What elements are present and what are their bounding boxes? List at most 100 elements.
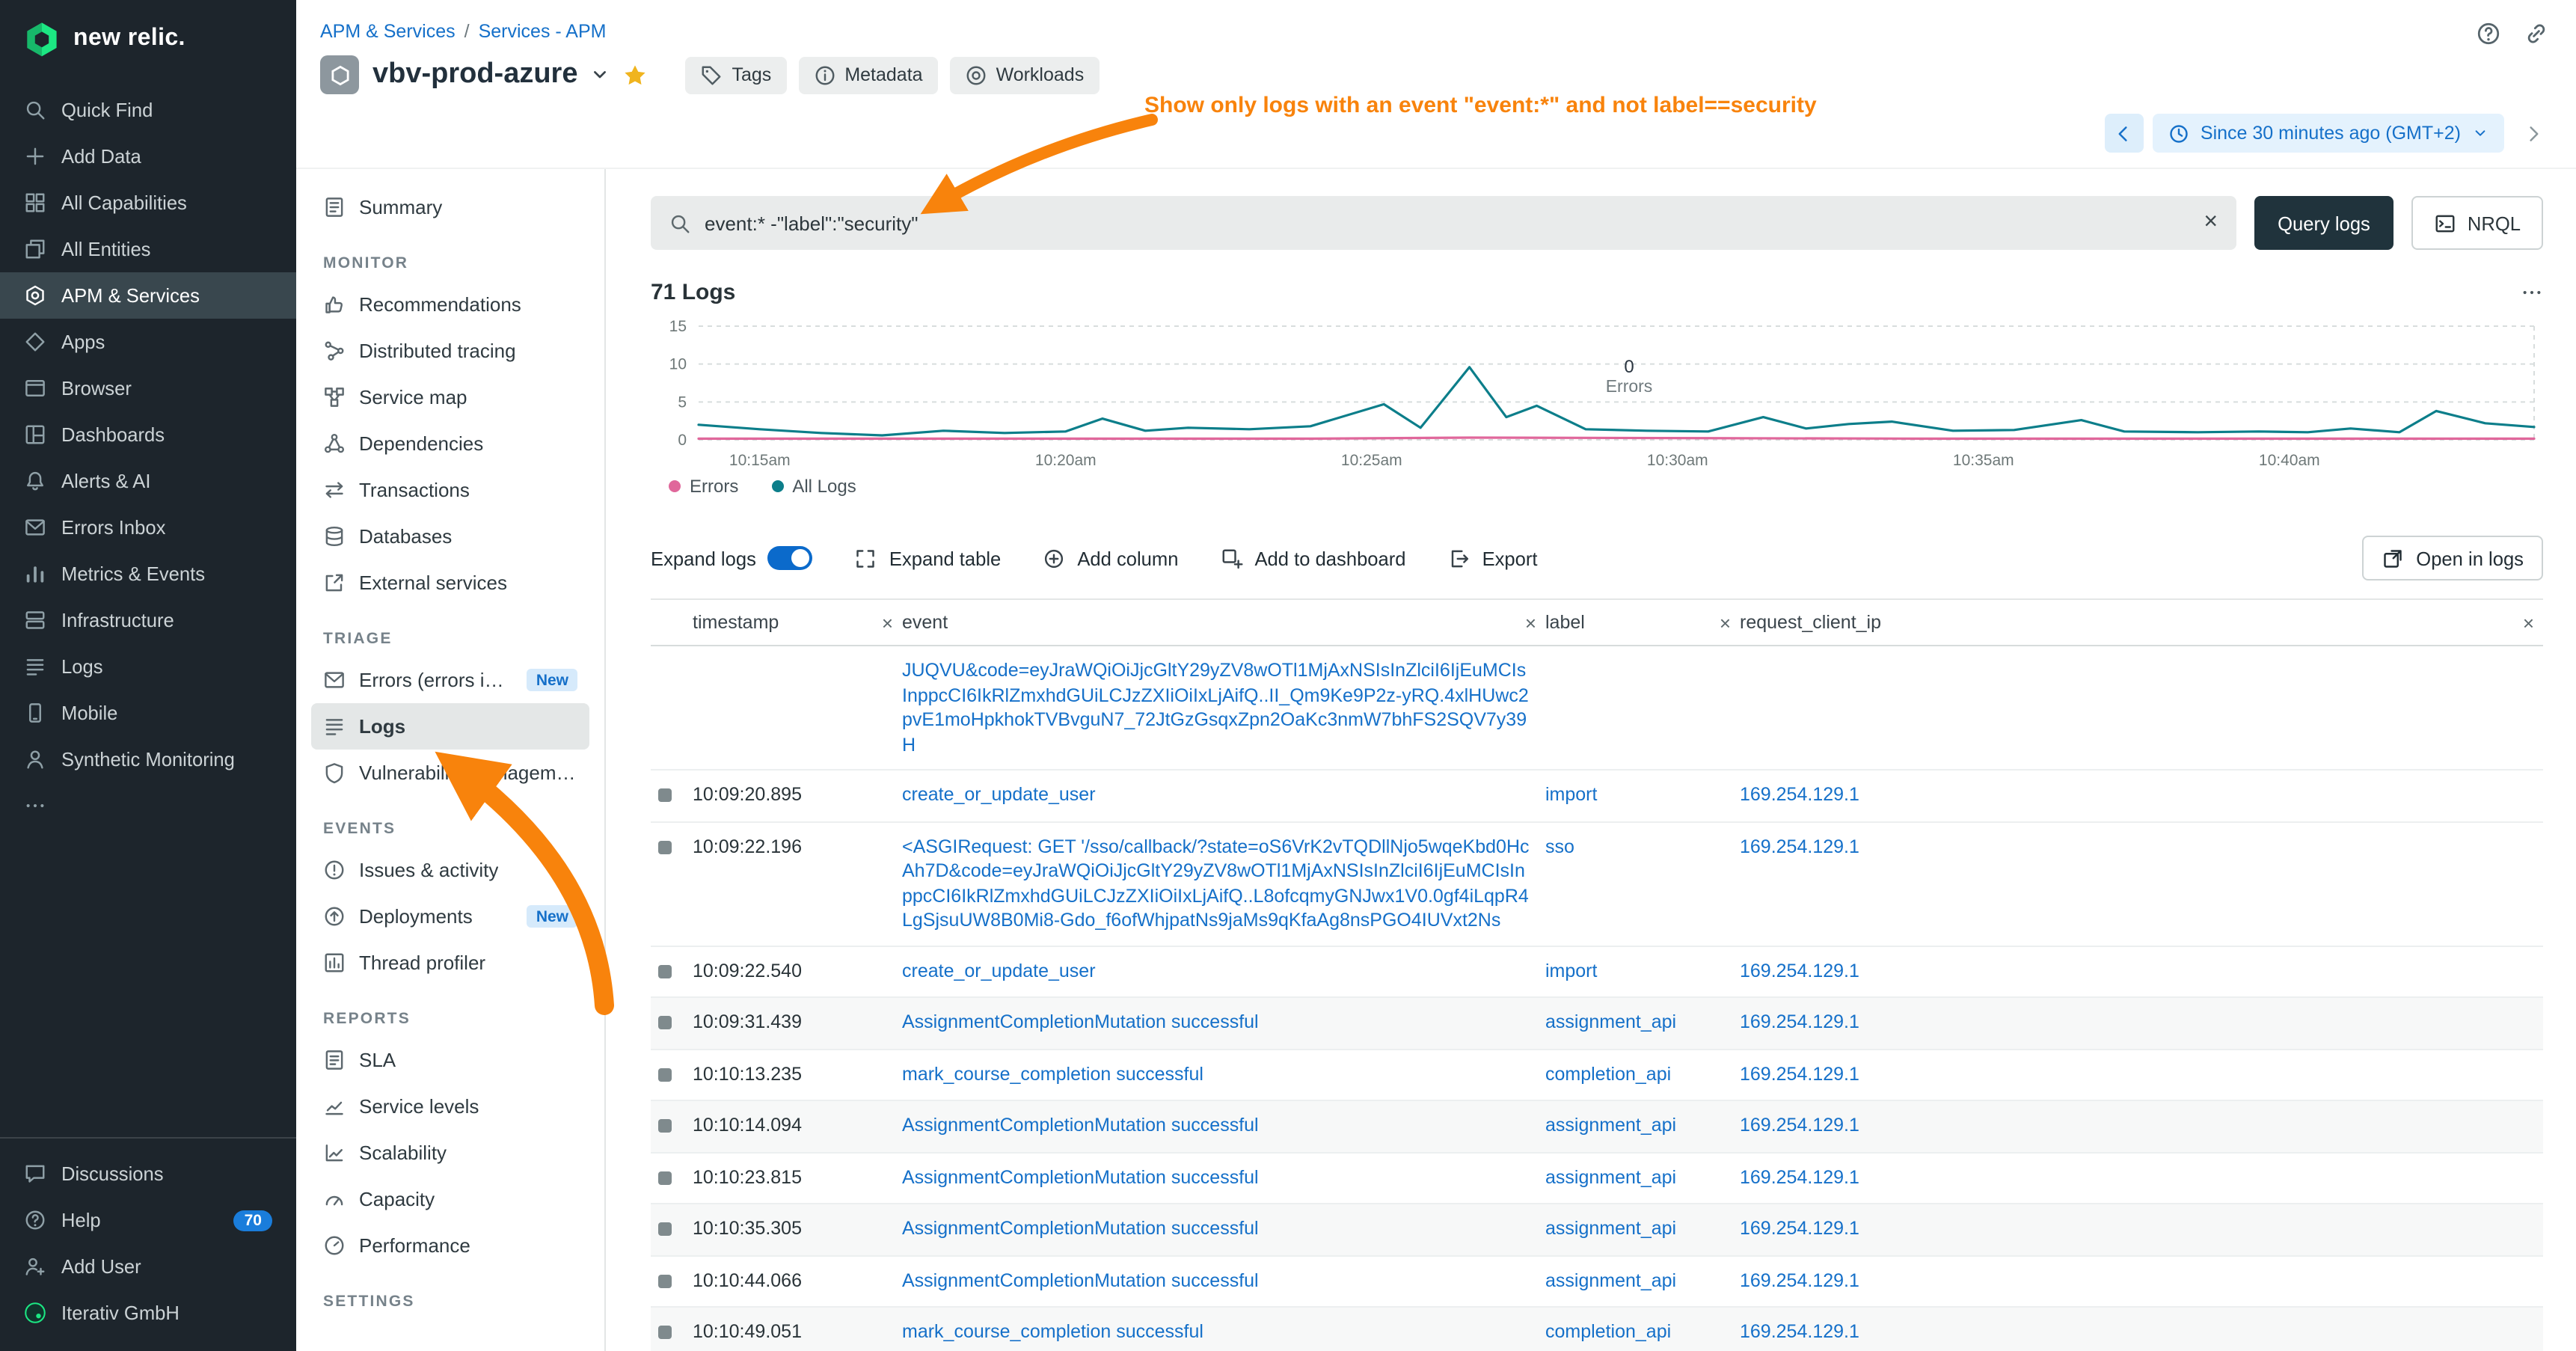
row-checkbox[interactable] xyxy=(658,1067,672,1081)
add-column-button[interactable]: Add column xyxy=(1043,547,1178,569)
subnav-item-errors-errors-inb[interactable]: Errors (errors inb...New xyxy=(311,657,589,703)
label-link[interactable]: assignment_api xyxy=(1545,1166,1676,1187)
ip-link[interactable]: 169.254.129.1 xyxy=(1740,836,1859,857)
expand-logs-toggle[interactable] xyxy=(768,546,813,570)
remove-column-icon[interactable]: × xyxy=(2523,613,2534,632)
brand-logo[interactable]: new relic. xyxy=(0,0,296,75)
column-header-request-client-ip[interactable]: request_client_ip× xyxy=(1740,600,2543,645)
ip-link[interactable]: 169.254.129.1 xyxy=(1740,1218,1859,1239)
label-link[interactable]: import xyxy=(1545,960,1597,981)
table-row[interactable]: JUQVU&code=eyJraWQiOiJjcGltY29yZV8wOTl1M… xyxy=(651,646,2543,771)
table-row[interactable]: 10:10:13.235mark_course_completion succe… xyxy=(651,1050,2543,1101)
time-range-button[interactable]: Since 30 minutes ago (GMT+2) xyxy=(2153,114,2504,153)
column-header-label[interactable]: label× xyxy=(1545,600,1740,645)
subnav-item-deployments[interactable]: DeploymentsNew xyxy=(311,893,589,940)
ip-link[interactable]: 169.254.129.1 xyxy=(1740,784,1859,805)
event-link[interactable]: AssignmentCompletionMutation successful xyxy=(902,1115,1259,1136)
row-checkbox[interactable] xyxy=(658,840,672,854)
row-checkbox[interactable] xyxy=(658,1274,672,1287)
label-link[interactable]: completion_api xyxy=(1545,1321,1671,1342)
event-link[interactable]: AssignmentCompletionMutation successful xyxy=(902,1269,1259,1290)
export-button[interactable]: Export xyxy=(1448,547,1538,569)
subnav-item-performance[interactable]: Performance xyxy=(311,1222,589,1269)
row-checkbox[interactable] xyxy=(658,1016,672,1029)
breadcrumb-services-apm[interactable]: Services - APM xyxy=(479,21,607,42)
subnav-item-thread-profiler[interactable]: Thread profiler xyxy=(311,940,589,986)
subnav-item-capacity[interactable]: Capacity xyxy=(311,1176,589,1222)
row-checkbox[interactable] xyxy=(658,964,672,978)
legend-all-logs[interactable]: All Logs xyxy=(771,476,856,497)
sidebar-item-add-data[interactable]: Add Data xyxy=(0,133,296,180)
table-row[interactable]: 10:10:35.305AssignmentCompletionMutation… xyxy=(651,1204,2543,1256)
sidebar-item-mobile[interactable]: Mobile xyxy=(0,690,296,736)
ip-link[interactable]: 169.254.129.1 xyxy=(1740,1063,1859,1084)
column-header-event[interactable]: event× xyxy=(902,600,1545,645)
clear-query-icon[interactable]: × xyxy=(2204,211,2218,235)
sidebar-item-apm-services[interactable]: APM & Services xyxy=(0,272,296,319)
event-link[interactable]: JUQVU&code=eyJraWQiOiJjcGltY29yZV8wOTl1M… xyxy=(902,660,1529,755)
logs-query-input[interactable] xyxy=(705,212,2190,234)
sidebar-item-apps[interactable]: Apps xyxy=(0,319,296,365)
subnav-item-logs[interactable]: Logs xyxy=(311,703,589,750)
row-checkbox[interactable] xyxy=(658,788,672,802)
ip-link[interactable]: 169.254.129.1 xyxy=(1740,1011,1859,1032)
subnav-item-summary[interactable]: Summary xyxy=(311,184,589,230)
row-checkbox[interactable] xyxy=(658,1326,672,1339)
event-link[interactable]: mark_course_completion successful xyxy=(902,1063,1203,1084)
label-link[interactable]: assignment_api xyxy=(1545,1115,1676,1136)
ip-link[interactable]: 169.254.129.1 xyxy=(1740,1166,1859,1187)
row-checkbox[interactable] xyxy=(658,1119,672,1133)
ip-link[interactable]: 169.254.129.1 xyxy=(1740,960,1859,981)
entity-caret-icon[interactable] xyxy=(592,66,610,84)
subnav-item-databases[interactable]: Databases xyxy=(311,513,589,560)
ip-link[interactable]: 169.254.129.1 xyxy=(1740,1115,1859,1136)
tags-chip[interactable]: Tags xyxy=(686,56,787,94)
subnav-item-external-services[interactable]: External services xyxy=(311,560,589,606)
label-link[interactable]: completion_api xyxy=(1545,1063,1671,1084)
event-link[interactable]: AssignmentCompletionMutation successful xyxy=(902,1166,1259,1187)
label-link[interactable]: assignment_api xyxy=(1545,1011,1676,1032)
row-checkbox[interactable] xyxy=(658,1171,672,1184)
subnav-item-sla[interactable]: SLA xyxy=(311,1037,589,1083)
subnav-item-issues-activity[interactable]: Issues & activity xyxy=(311,847,589,893)
row-checkbox[interactable] xyxy=(658,1222,672,1236)
expand-table-button[interactable]: Expand table xyxy=(855,547,1001,569)
sidebar-item-help[interactable]: Help70 xyxy=(0,1197,296,1243)
subnav-item-recommendations[interactable]: Recommendations xyxy=(311,281,589,328)
label-link[interactable]: assignment_api xyxy=(1545,1218,1676,1239)
sidebar-item-browser[interactable]: Browser xyxy=(0,365,296,411)
table-row[interactable]: 10:10:23.815AssignmentCompletionMutation… xyxy=(651,1153,2543,1204)
sidebar-item-logs[interactable]: Logs xyxy=(0,643,296,690)
sidebar-item-more[interactable] xyxy=(0,782,296,829)
subnav-item-distributed-tracing[interactable]: Distributed tracing xyxy=(311,328,589,374)
more-options-icon[interactable] xyxy=(2521,281,2543,304)
metadata-chip[interactable]: Metadata xyxy=(798,56,937,94)
label-link[interactable]: import xyxy=(1545,784,1597,805)
sidebar-item-discussions[interactable]: Discussions xyxy=(0,1151,296,1197)
event-link[interactable]: create_or_update_user xyxy=(902,960,1096,981)
sidebar-item-synthetic-monitoring[interactable]: Synthetic Monitoring xyxy=(0,736,296,782)
sidebar-item-all-entities[interactable]: All Entities xyxy=(0,226,296,272)
table-row[interactable]: 10:10:14.094AssignmentCompletionMutation… xyxy=(651,1101,2543,1153)
legend-errors[interactable]: Errors xyxy=(669,476,738,497)
sidebar-item-errors-inbox[interactable]: Errors Inbox xyxy=(0,504,296,551)
subnav-item-dependencies[interactable]: Dependencies xyxy=(311,420,589,467)
expand-logs-control[interactable]: Expand logs xyxy=(651,546,813,570)
remove-column-icon[interactable]: × xyxy=(1720,613,1731,632)
table-row[interactable]: 10:09:20.895create_or_update_userimport1… xyxy=(651,771,2543,822)
subnav-item-vulnerability-management[interactable]: Vulnerability Management xyxy=(311,750,589,796)
time-back-button[interactable] xyxy=(2105,114,2144,153)
sidebar-item-dashboards[interactable]: Dashboards xyxy=(0,411,296,458)
table-row[interactable]: 10:09:22.196<ASGIRequest: GET '/sso/call… xyxy=(651,822,2543,946)
event-link[interactable]: create_or_update_user xyxy=(902,784,1096,805)
sidebar-item-all-capabilities[interactable]: All Capabilities xyxy=(0,180,296,226)
event-link[interactable]: AssignmentCompletionMutation successful xyxy=(902,1218,1259,1239)
breadcrumb-apm-services[interactable]: APM & Services xyxy=(320,21,456,42)
sidebar-item-metrics-events[interactable]: Metrics & Events xyxy=(0,551,296,597)
open-in-logs-button[interactable]: Open in logs xyxy=(2362,536,2543,580)
event-link[interactable]: <ASGIRequest: GET '/sso/callback/?state=… xyxy=(902,836,1530,931)
label-link[interactable]: sso xyxy=(1545,836,1574,857)
time-forward-button[interactable] xyxy=(2513,114,2552,153)
ip-link[interactable]: 169.254.129.1 xyxy=(1740,1321,1859,1342)
remove-column-icon[interactable]: × xyxy=(1525,613,1536,632)
